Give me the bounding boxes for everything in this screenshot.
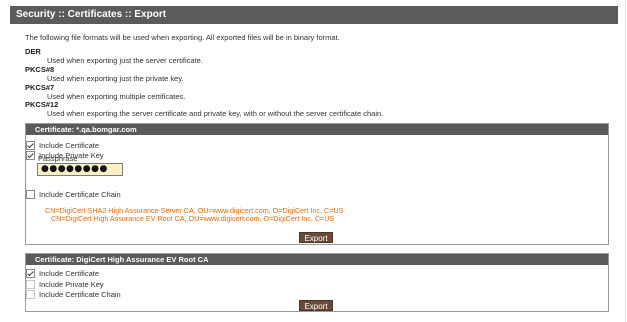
certificate-title: Certificate: DigiCert High Assurance EV … [26,254,608,265]
format-name-pkcs12: PKCS#12 [25,100,59,109]
export-button[interactable]: Export [299,300,333,311]
format-name-pkcs8: PKCS#8 [25,65,55,74]
passphrase-label: Passphrase [38,154,78,163]
include-private-key-label: Include Private Key [39,279,104,289]
include-chain-label: Include Certificate Chain [39,189,121,199]
format-desc-pkcs12: Used when exporting the server certifica… [47,109,384,118]
chain-entry: CN=DigiCert High Assurance EV Root CA, O… [51,214,335,223]
include-chain-option[interactable]: Include Certificate Chain [26,289,121,299]
include-chain-label: Include Certificate Chain [39,289,121,299]
format-name-der: DER [25,47,41,56]
certificate-panel-qa-bomgar: Certificate: *.qa.bomgar.com Include Cer… [25,123,609,245]
format-name-pkcs7: PKCS#7 [25,83,55,92]
certificate-panel-digicert-root: Certificate: DigiCert High Assurance EV … [25,253,609,312]
page-title: Security :: Certificates :: Export [10,6,618,24]
certificate-title: Certificate: *.qa.bomgar.com [26,124,608,135]
include-private-key-checkbox[interactable] [26,279,35,289]
include-certificate-checkbox[interactable] [26,268,35,278]
include-certificate-checkbox[interactable] [26,140,35,150]
include-private-key-option[interactable]: Include Private Key [26,279,104,289]
intro-text: The following file formats will be used … [25,33,340,42]
format-desc-pkcs7: Used when exporting multiple certificate… [47,92,186,101]
include-certificate-option[interactable]: Include Certificate [26,140,99,150]
include-chain-option[interactable]: Include Certificate Chain [26,189,121,199]
include-chain-checkbox[interactable] [26,289,35,299]
include-certificate-label: Include Certificate [39,268,100,278]
format-desc-pkcs8: Used when exporting just the private key… [47,74,184,83]
export-button[interactable]: Export [299,232,333,243]
format-desc-der: Used when exporting just the server cert… [47,56,203,65]
include-private-key-checkbox[interactable] [26,150,35,160]
passphrase-input[interactable]: ●●●●●●●● [37,163,123,176]
include-certificate-label: Include Certificate [39,140,100,150]
include-certificate-option[interactable]: Include Certificate [26,268,99,278]
include-chain-checkbox[interactable] [26,189,35,199]
